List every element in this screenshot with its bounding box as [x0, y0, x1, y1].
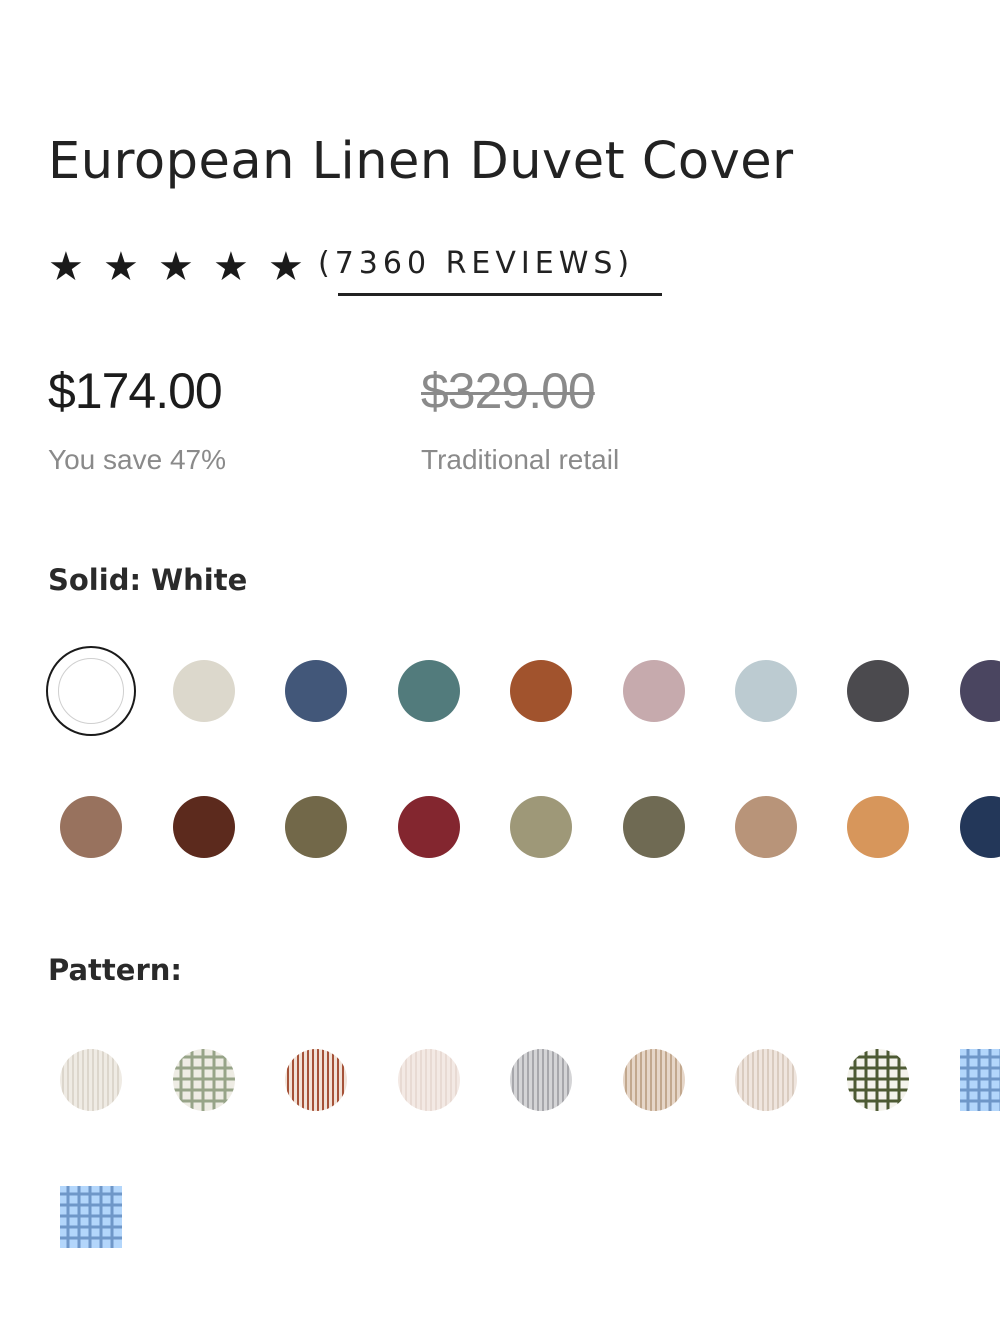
retail-label: Traditional retail [421, 444, 620, 475]
color-dot [960, 796, 1000, 858]
color-swatch[interactable] [384, 646, 474, 736]
color-swatch[interactable] [946, 782, 1000, 872]
color-dot [60, 796, 122, 858]
color-dot [173, 660, 235, 722]
color-swatch[interactable] [496, 646, 586, 736]
solid-selected-value: White [151, 563, 248, 597]
color-swatch[interactable] [46, 782, 136, 872]
pattern-label: Pattern: [48, 953, 182, 987]
color-dot [398, 660, 460, 722]
stripe-pattern-icon [285, 1049, 347, 1111]
pattern-swatch-row [0, 1172, 1000, 1262]
color-dot [285, 796, 347, 858]
color-swatch[interactable] [496, 782, 586, 872]
color-swatch[interactable] [271, 646, 361, 736]
star-rating: ★ ★ ★ ★ ★ [48, 244, 323, 290]
color-dot [398, 796, 460, 858]
sale-price: $174.00 [48, 363, 223, 419]
star-icon: ★ [213, 245, 249, 289]
stripe-pattern-icon [623, 1049, 685, 1111]
color-dot [735, 796, 797, 858]
color-dot [847, 660, 909, 722]
pattern-swatch[interactable] [721, 1035, 811, 1125]
color-swatch[interactable] [721, 646, 811, 736]
solid-swatch-row [0, 646, 1000, 736]
reviews-link-underline [338, 293, 662, 296]
color-dot [735, 660, 797, 722]
pattern-swatch[interactable] [833, 1035, 923, 1125]
pattern-swatch[interactable] [609, 1035, 699, 1125]
star-icon: ★ [158, 245, 194, 289]
color-dot [510, 660, 572, 722]
color-swatch[interactable] [159, 646, 249, 736]
stars: ★ ★ ★ ★ ★ [48, 244, 323, 290]
pattern-swatch[interactable] [46, 1035, 136, 1125]
stripe-pattern-icon [60, 1049, 122, 1111]
solid-swatch-row [0, 782, 1000, 872]
color-dot [510, 796, 572, 858]
color-swatch[interactable] [271, 782, 361, 872]
grid-pattern-icon [60, 1186, 122, 1248]
color-swatch[interactable] [384, 782, 474, 872]
color-dot [173, 796, 235, 858]
star-icon: ★ [103, 245, 139, 289]
stripe-pattern-icon [398, 1049, 460, 1111]
pattern-swatch[interactable] [159, 1035, 249, 1125]
product-title: European Linen Duvet Cover [48, 132, 794, 191]
grid-pattern-icon [960, 1049, 1000, 1111]
color-swatch[interactable] [609, 782, 699, 872]
color-swatch[interactable] [833, 782, 923, 872]
star-icon: ★ [48, 245, 84, 289]
color-dot [847, 796, 909, 858]
color-dot [623, 660, 685, 722]
stripe-pattern-icon [510, 1049, 572, 1111]
pattern-swatch[interactable] [46, 1172, 136, 1262]
color-dot [960, 660, 1000, 722]
color-swatch-selected[interactable] [46, 646, 136, 736]
color-swatch[interactable] [946, 646, 1000, 736]
pattern-swatch[interactable] [946, 1035, 1000, 1125]
star-icon: ★ [268, 245, 304, 289]
color-dot [285, 660, 347, 722]
pattern-swatch[interactable] [496, 1035, 586, 1125]
solid-label-text: Solid: [48, 563, 142, 597]
pattern-swatch-row [0, 1035, 1000, 1125]
pattern-swatch[interactable] [271, 1035, 361, 1125]
color-swatch[interactable] [159, 782, 249, 872]
grid-pattern-icon [847, 1049, 909, 1111]
savings-text: You save 47% [48, 444, 226, 475]
color-swatch[interactable] [609, 646, 699, 736]
color-dot [58, 658, 124, 724]
color-swatch[interactable] [833, 646, 923, 736]
grid-pattern-icon [173, 1049, 235, 1111]
color-dot [623, 796, 685, 858]
reviews-link[interactable]: (7360 REVIEWS) [318, 246, 634, 281]
solid-color-label: Solid: White [48, 563, 247, 597]
stripe-pattern-icon [735, 1049, 797, 1111]
color-swatch[interactable] [721, 782, 811, 872]
retail-price: $329.00 [421, 363, 596, 419]
pattern-swatch[interactable] [384, 1035, 474, 1125]
